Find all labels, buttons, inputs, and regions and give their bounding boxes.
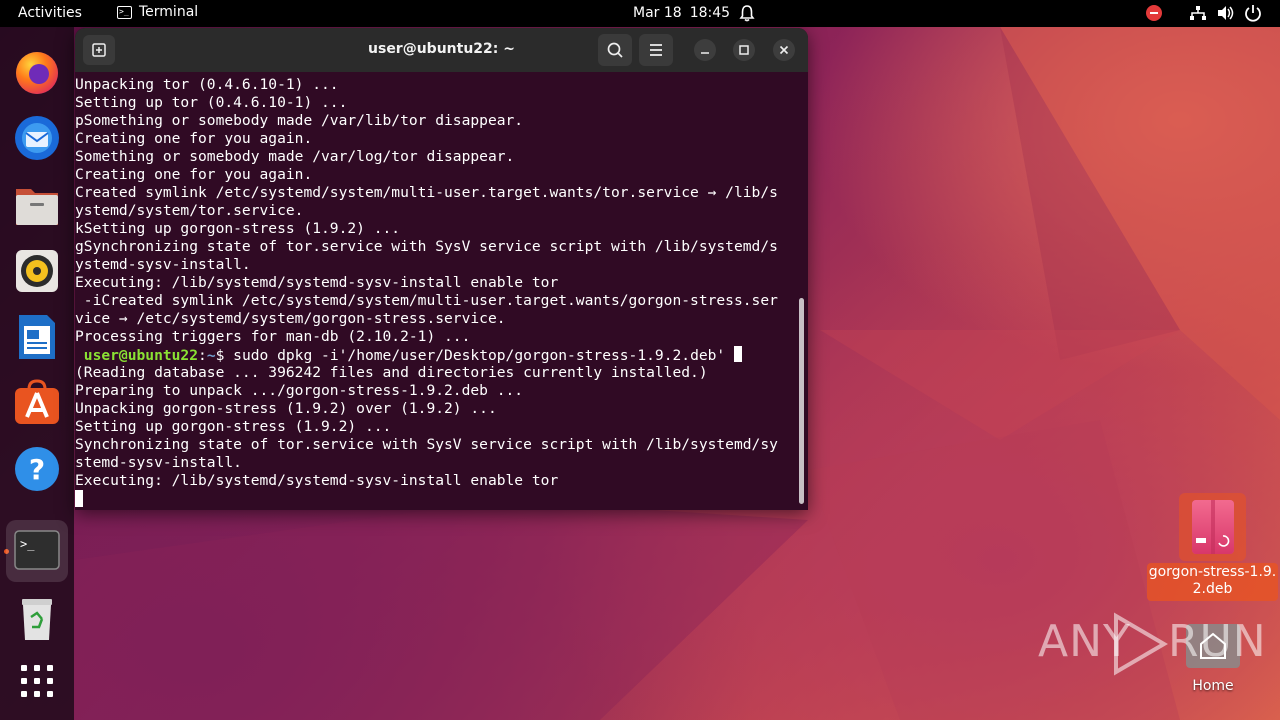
terminal-line: (Reading database ... 396242 files and d…: [75, 364, 708, 381]
terminal-line: Preparing to unpack .../gorgon-stress-1.…: [75, 382, 524, 399]
rhythmbox-icon[interactable]: [11, 245, 63, 297]
clock[interactable]: Mar 18 18:45: [633, 5, 730, 21]
close-icon: [779, 45, 789, 55]
watermark-play-icon: [1114, 612, 1168, 676]
terminal-line: -iCreated symlink /etc/systemd/system/mu…: [75, 292, 778, 309]
maximize-button[interactable]: [733, 39, 755, 61]
terminal-line: Unpacking tor (0.4.6.10-1) ...: [75, 76, 339, 93]
anyrun-watermark: ANY RUN: [1038, 612, 1266, 676]
terminal-line: kSetting up gorgon-stress (1.9.2) ...: [75, 220, 401, 237]
svg-text:>_: >_: [20, 537, 35, 551]
terminal-line: Unpacking gorgon-stress (1.9.2) over (1.…: [75, 400, 497, 417]
terminal-header-bar[interactable]: user@ubuntu22: ~: [75, 28, 808, 72]
activities-button[interactable]: Activities: [18, 5, 82, 21]
close-button[interactable]: [773, 39, 795, 61]
svg-text:?: ?: [29, 453, 45, 486]
deb-file-label: gorgon-stress-1.9. 2.deb: [1147, 563, 1278, 601]
top-bar: Activities >_ Terminal Mar 18 18:45: [0, 0, 1280, 27]
terminal-line: Creating one for you again.: [75, 166, 313, 183]
terminal-line: Setting up tor (0.4.6.10-1) ...: [75, 94, 348, 111]
search-icon: [607, 42, 623, 58]
terminal-app-icon: >_: [117, 5, 132, 19]
prompt-user-host: user@ubuntu22: [75, 347, 199, 364]
do-not-disturb-icon[interactable]: [1146, 5, 1162, 21]
dock: ? >_: [0, 27, 74, 720]
deb-package-icon: [1192, 500, 1234, 554]
terminal-output[interactable]: Unpacking tor (0.4.6.10-1) ... Setting u…: [75, 72, 808, 510]
deb-label-line-2: 2.deb: [1192, 581, 1233, 597]
terminal-line: ystemd/system/tor.service.: [75, 202, 304, 219]
minimize-button[interactable]: [694, 39, 716, 61]
ubuntu-software-icon[interactable]: [11, 377, 63, 429]
app-menu-label: Terminal: [139, 4, 199, 20]
terminal-line: Created symlink /etc/systemd/system/mult…: [75, 184, 778, 201]
prompt-command: $ sudo dpkg -i'/home/user/Desktop/gorgon…: [215, 347, 734, 364]
prompt-path: ~: [206, 347, 216, 364]
notification-bell-icon[interactable]: [739, 4, 755, 22]
home-label: Home: [1192, 678, 1234, 694]
terminal-line: stemd-sysv-install.: [75, 454, 242, 471]
maximize-icon: [739, 45, 749, 55]
terminal-scrollbar[interactable]: [799, 298, 804, 504]
minimize-icon: [701, 52, 709, 54]
terminal-cursor: [75, 490, 83, 507]
app-menu[interactable]: >_ Terminal: [117, 4, 198, 20]
hamburger-menu-icon: [650, 44, 662, 56]
network-icon[interactable]: [1189, 5, 1207, 21]
clock-date: Mar 18: [633, 5, 682, 21]
search-button[interactable]: [598, 34, 632, 66]
clock-time: 18:45: [689, 5, 731, 21]
thunderbird-icon[interactable]: [11, 112, 63, 164]
cursor-line: [75, 490, 808, 508]
watermark-text-right: RUN: [1168, 616, 1267, 667]
menu-button[interactable]: [639, 34, 673, 66]
terminal-dock-icon[interactable]: >_: [6, 520, 68, 582]
terminal-line: Something or somebody made /var/log/tor …: [75, 148, 515, 165]
show-applications-icon[interactable]: [11, 655, 63, 707]
help-icon[interactable]: ?: [11, 443, 63, 495]
power-icon[interactable]: [1244, 4, 1262, 22]
inline-cursor: [734, 346, 742, 362]
terminal-window[interactable]: user@ubuntu22: ~ Unpacking tor (0.4.6.10…: [75, 28, 808, 510]
files-icon[interactable]: [11, 179, 63, 231]
terminal-line: Setting up gorgon-stress (1.9.2) ...: [75, 418, 392, 435]
terminal-line: vice → /etc/systemd/system/gorgon-stress…: [75, 310, 506, 327]
firefox-icon[interactable]: [11, 47, 63, 99]
prompt-colon: :: [198, 347, 207, 364]
prompt-line: user@ubuntu22:~$ sudo dpkg -i'/home/user…: [75, 346, 808, 364]
terminal-line: Processing triggers for man-db (2.10.2-1…: [75, 328, 471, 345]
libreoffice-writer-icon[interactable]: [11, 311, 63, 363]
terminal-line: Executing: /lib/systemd/systemd-sysv-ins…: [75, 472, 559, 489]
trash-icon[interactable]: [11, 593, 63, 645]
terminal-line: Synchronizing state of tor.service with …: [75, 436, 778, 453]
terminal-line: ystemd-sysv-install.: [75, 256, 251, 273]
terminal-line: gSynchronizing state of tor.service with…: [75, 238, 778, 255]
volume-icon[interactable]: [1217, 5, 1235, 21]
terminal-line: Executing: /lib/systemd/systemd-sysv-ins…: [75, 274, 559, 291]
terminal-line: Creating one for you again.: [75, 130, 313, 147]
deb-label-line-1: gorgon-stress-1.9.: [1148, 564, 1277, 580]
terminal-line: pSomething or somebody made /var/lib/tor…: [75, 112, 524, 129]
